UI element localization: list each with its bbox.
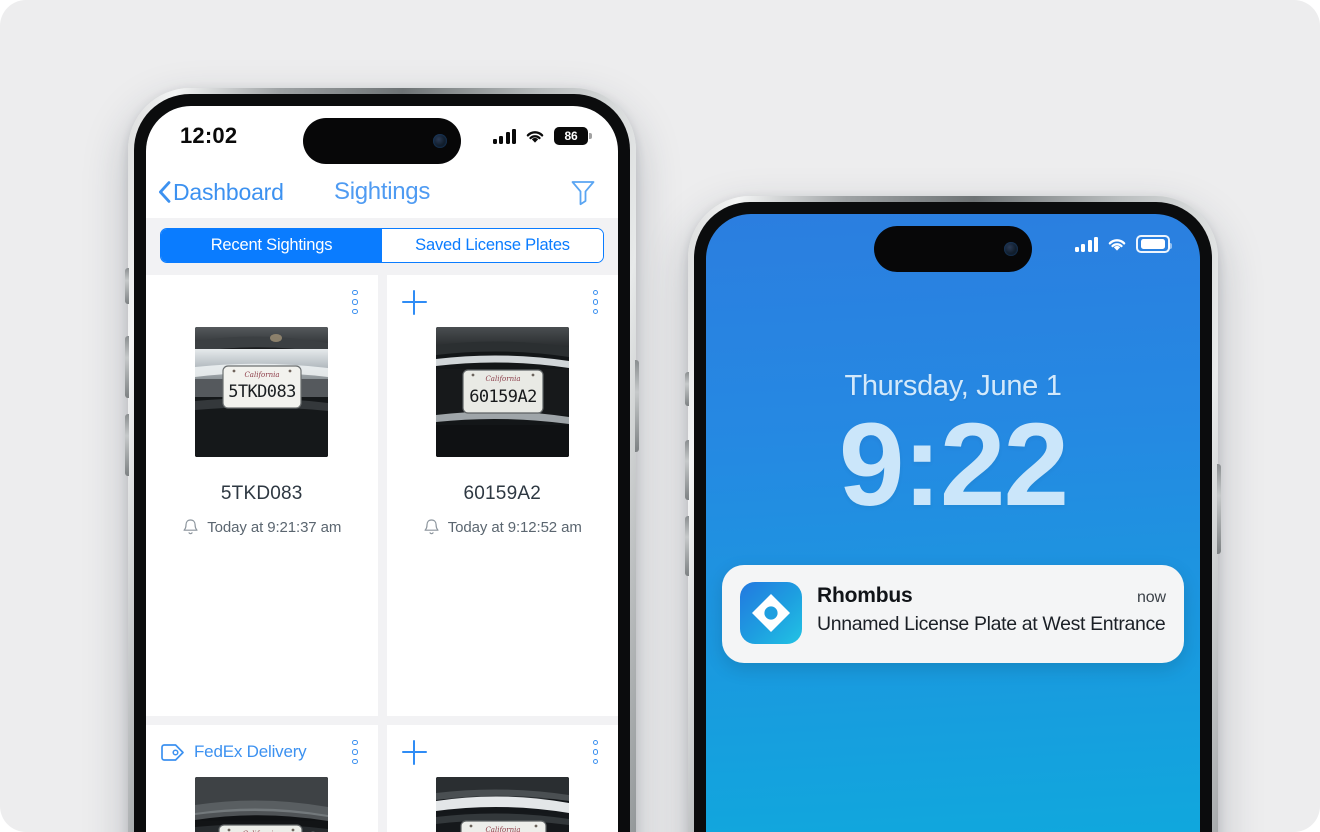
chevron-left-icon <box>159 181 171 203</box>
phone-screen-left: 12:02 86 Dashboard Sightings Recent Sigh… <box>146 106 618 832</box>
back-to-dashboard-button[interactable]: Dashboard <box>158 179 284 206</box>
tag-icon <box>161 743 184 761</box>
timestamp-label: Today at 9:21:37 am <box>207 519 342 536</box>
sighting-card[interactable]: FedEx Delivery <box>146 725 378 832</box>
battery-icon: 86 <box>554 127 592 145</box>
scene-canvas: 12:02 86 Dashboard Sightings Recent Sigh… <box>0 0 1320 832</box>
rhombus-diamond-icon <box>740 582 802 645</box>
kebab-menu-icon[interactable] <box>589 287 603 318</box>
silent-switch-right[interactable] <box>685 372 689 406</box>
phone-device-left: 12:02 86 Dashboard Sightings Recent Sigh… <box>125 88 639 832</box>
kebab-menu-icon[interactable] <box>589 737 603 768</box>
plate-timestamp-row: Today at 9:21:37 am <box>182 518 341 537</box>
wifi-icon <box>526 131 544 143</box>
tag-label: FedEx Delivery <box>194 742 307 761</box>
license-plate-photo[interactable]: California 9DWS109 <box>435 777 569 832</box>
volume-up-button-right[interactable] <box>685 440 689 500</box>
status-indicators-right <box>1074 235 1172 253</box>
plus-icon[interactable] <box>401 289 428 316</box>
battery-icon <box>1136 235 1172 253</box>
notification-message: Unnamed License Plate at West Entrance <box>817 613 1166 636</box>
card-tag[interactable]: FedEx Delivery <box>160 742 307 762</box>
signal-bars-icon <box>1074 236 1098 252</box>
front-camera-icon <box>1004 242 1018 256</box>
notification-banner[interactable]: Rhombus now Unnamed License Plate at Wes… <box>722 565 1184 672</box>
plate-number-label: 5TKD083 <box>220 483 303 504</box>
kebab-menu-icon[interactable] <box>348 287 362 318</box>
svg-text:California: California <box>245 371 280 379</box>
tab-recent-sightings[interactable]: Recent Sightings <box>161 229 382 262</box>
license-plate-photo[interactable]: California 60159A2 <box>435 327 569 457</box>
volume-down-button-right[interactable] <box>685 516 689 576</box>
kebab-menu-icon[interactable] <box>348 737 362 768</box>
phone-device-right: Thursday, June 1 9:22 Rhombus now Unname… <box>685 196 1221 832</box>
status-indicators: 86 <box>492 127 592 145</box>
bell-icon <box>183 519 198 535</box>
card-header <box>397 287 609 317</box>
dynamic-island-right <box>874 226 1032 272</box>
plus-icon[interactable] <box>401 739 428 766</box>
card-header <box>397 737 609 767</box>
volume-up-button[interactable] <box>125 336 129 398</box>
notification-header: Rhombus now <box>817 584 1166 608</box>
card-header: FedEx Delivery <box>156 737 368 767</box>
phone-bezel-right: Thursday, June 1 9:22 Rhombus now Unname… <box>694 202 1212 832</box>
wifi-icon <box>1108 239 1126 251</box>
svg-text:California: California <box>485 826 520 832</box>
notification-app-name: Rhombus <box>817 584 913 608</box>
signal-bars-icon <box>492 128 516 144</box>
battery-fill <box>1141 239 1165 249</box>
silent-switch[interactable] <box>125 268 129 304</box>
tab-saved-license-plates[interactable]: Saved License Plates <box>382 229 603 262</box>
card-header <box>156 287 368 317</box>
notification-timestamp: now <box>1136 589 1166 607</box>
plate-number-label: 60159A2 <box>463 483 541 504</box>
battery-percent-label: 86 <box>564 129 578 143</box>
filter-funnel-icon[interactable] <box>570 178 596 206</box>
phone-bezel-left: 12:02 86 Dashboard Sightings Recent Sigh… <box>134 94 630 832</box>
volume-down-button[interactable] <box>125 414 129 476</box>
segmented-control-wrap: Recent Sightings Saved License Plates <box>146 218 618 275</box>
sighting-card[interactable]: California 9DWS109 <box>386 725 618 832</box>
svg-text:60159A2: 60159A2 <box>469 387 536 407</box>
bell-icon <box>424 519 439 535</box>
sighting-card[interactable]: California 5TKD083 5TKD083 Today at 9:21… <box>146 275 378 716</box>
notification-body: Rhombus now Unnamed License Plate at Wes… <box>817 582 1166 636</box>
segmented-control: Recent Sightings Saved License Plates <box>160 228 604 263</box>
status-time: 12:02 <box>180 123 238 148</box>
sightings-grid: California 5TKD083 5TKD083 Today at 9:21… <box>146 275 618 832</box>
lock-screen-clock: 9:22 <box>838 399 1069 531</box>
nav-bar: Dashboard Sightings <box>146 166 618 218</box>
sighting-card[interactable]: California 60159A2 60159A2 Today at 9:12… <box>386 275 618 716</box>
license-plate-photo[interactable]: California 20388E1 <box>195 777 329 832</box>
phone-screen-right: Thursday, June 1 9:22 Rhombus now Unname… <box>706 214 1200 832</box>
svg-text:5TKD083: 5TKD083 <box>229 382 296 402</box>
front-camera-icon <box>433 134 447 148</box>
dynamic-island <box>303 118 461 164</box>
power-button[interactable] <box>635 360 639 452</box>
plate-timestamp-row: Today at 9:12:52 am <box>423 518 582 537</box>
back-label: Dashboard <box>173 178 284 205</box>
page-title: Sightings <box>333 178 431 205</box>
license-plate-photo[interactable]: California 5TKD083 <box>195 327 329 457</box>
svg-text:California: California <box>485 375 520 383</box>
power-button-right[interactable] <box>1217 464 1221 554</box>
timestamp-label: Today at 9:12:52 am <box>447 519 582 536</box>
